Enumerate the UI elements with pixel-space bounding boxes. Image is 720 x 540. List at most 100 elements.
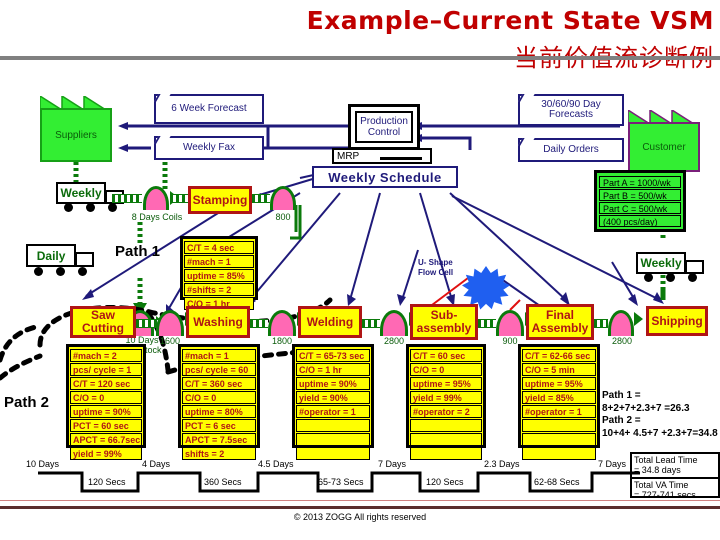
truck-wheel-icon bbox=[56, 267, 65, 276]
truck-wheel-icon bbox=[86, 203, 95, 212]
truck-body-weekly: Weekly bbox=[56, 182, 107, 204]
data-row: #operator = 1 bbox=[522, 405, 596, 418]
inbound-daily-truck: Daily bbox=[26, 244, 102, 276]
six-week-forecast-box: 6 Week Forecast bbox=[154, 94, 264, 124]
customer-factory: Customer bbox=[628, 110, 700, 172]
push-arrow-subassembly-out bbox=[478, 319, 496, 328]
process-welding-label: Welding bbox=[306, 314, 354, 329]
process-sub-assembly-label: Sub- assembly bbox=[416, 308, 472, 335]
truck-wheel-icon bbox=[78, 267, 87, 276]
data-row: C/O = 0 bbox=[70, 391, 142, 404]
process-washing: Washing bbox=[186, 306, 250, 338]
mrp-label: MRP bbox=[337, 151, 360, 162]
data-row: C/O = 0 bbox=[182, 391, 256, 404]
data-row: uptime = 90% bbox=[296, 377, 370, 390]
weekly-schedule-text: Weekly Schedule bbox=[328, 169, 442, 185]
path-summary-line4: 10+4+ 4.5+7 +2.3+7=34.8 bbox=[602, 427, 718, 439]
data-row: C/O = 1 hr bbox=[296, 363, 370, 376]
customer-label: Customer bbox=[628, 122, 700, 172]
path-summary-line3: Path 2 = bbox=[602, 415, 641, 426]
data-row: PCT = 60 sec bbox=[70, 419, 142, 432]
push-arrow-saw-out bbox=[136, 319, 154, 328]
weekly-fax-box: Weekly Fax bbox=[154, 136, 264, 160]
truck-wheel-icon bbox=[108, 203, 117, 212]
inventory-coils-label: 8 Days Coils bbox=[131, 212, 183, 222]
dogear-corner-icon bbox=[518, 138, 535, 146]
data-row: uptime = 95% bbox=[410, 377, 482, 390]
data-row: uptime = 95% bbox=[522, 377, 596, 390]
day-forecasts-text: 30/60/90 Day Forecasts bbox=[541, 98, 601, 120]
timeline-process-time: 120 Secs bbox=[426, 477, 464, 487]
data-box-stamping: C/T = 4 sec #mach = 1 uptime = 85% #shif… bbox=[180, 236, 258, 310]
data-box-final-assembly: C/T = 62-66 sec C/O = 5 min uptime = 95%… bbox=[518, 344, 600, 460]
timeline-lead-time: 2.3 Days bbox=[484, 459, 520, 469]
data-row: APCT = 7.5sec bbox=[182, 433, 256, 446]
kaizen-label: U- Shape Flow Cell bbox=[418, 258, 474, 278]
part-row: (400 pcs/day) bbox=[599, 215, 681, 227]
process-final-assembly: Final Assembly bbox=[526, 304, 594, 340]
data-row: uptime = 90% bbox=[70, 405, 142, 418]
kaizen-label-line2: Flow Cell bbox=[418, 268, 454, 277]
supplier-label: Suppliers bbox=[40, 108, 112, 162]
data-box-sub-assembly: C/T = 60 sec C/O = 0 uptime = 95% yield … bbox=[406, 344, 486, 460]
data-row bbox=[522, 419, 596, 432]
part-row: Part C = 500/wk bbox=[599, 202, 681, 214]
inventory-stamping-out-count: 800 bbox=[275, 212, 291, 222]
push-arrow-washing-out bbox=[250, 319, 268, 328]
path-summary-line2: 8+2+7+2.3+7 =26.3 bbox=[602, 402, 690, 414]
daily-orders-text: Daily Orders bbox=[543, 143, 599, 155]
push-arrow-welding-out bbox=[362, 319, 380, 328]
weekly-schedule-banner: Weekly Schedule bbox=[312, 166, 458, 188]
timeline-process-time: 65-73 Secs bbox=[318, 477, 364, 487]
truck-cab-icon bbox=[74, 252, 95, 268]
part-row: Part B = 500/wk bbox=[599, 189, 681, 201]
daily-orders-box: Daily Orders bbox=[518, 138, 624, 162]
day-forecasts-box: 30/60/90 Day Forecasts bbox=[518, 94, 624, 126]
truck-wheel-icon bbox=[34, 267, 43, 276]
supplier-factory: Suppliers bbox=[40, 96, 112, 162]
data-row: #mach = 2 bbox=[70, 349, 142, 362]
part-row: Part A = 1000/wk bbox=[599, 176, 681, 188]
timeline-lead-time: 4 Days bbox=[142, 459, 171, 469]
page-title-english: Example–Current State VSM bbox=[306, 6, 714, 35]
data-row: pcs/ cycle = 1 bbox=[70, 363, 142, 376]
data-row bbox=[296, 419, 370, 432]
process-shipping-label: Shipping bbox=[651, 313, 703, 328]
process-shipping: Shipping bbox=[646, 306, 708, 336]
dogear-corner-icon bbox=[154, 94, 171, 102]
data-row: yield = 85% bbox=[522, 391, 596, 404]
data-row: yield = 90% bbox=[296, 391, 370, 404]
process-stamping-label: Stamping bbox=[192, 192, 248, 207]
weekly-fax-text: Weekly Fax bbox=[182, 141, 236, 153]
inventory-saw-out bbox=[156, 310, 184, 336]
process-saw-cutting-label: Saw Cutting bbox=[82, 308, 124, 335]
process-stamping: Stamping bbox=[188, 186, 252, 214]
inventory-welding-out bbox=[380, 310, 408, 336]
process-washing-label: Washing bbox=[193, 314, 243, 329]
part-requirements-list: Part A = 1000/wk Part B = 500/wk Part C … bbox=[594, 170, 686, 232]
data-row: #mach = 1 bbox=[182, 349, 256, 362]
path-1-label: Path 1 bbox=[115, 243, 161, 260]
data-row: yield = 99% bbox=[410, 391, 482, 404]
data-box-washing: #mach = 1 pcs/ cycle = 60 C/T = 360 sec … bbox=[178, 344, 260, 460]
push-arrow-to-stamping bbox=[112, 194, 142, 203]
mrp-bar-icon bbox=[380, 157, 422, 160]
lead-time-ladder: 10 Days 4 Days 4.5 Days 7 Days 2.3 Days … bbox=[0, 455, 720, 505]
data-row: C/O = 0 bbox=[410, 363, 482, 376]
truck-body-weekly-out: Weekly bbox=[636, 252, 687, 274]
data-row: C/T = 65-73 sec bbox=[296, 349, 370, 362]
data-row: #mach = 1 bbox=[184, 255, 254, 268]
data-row: #operator = 1 bbox=[296, 405, 370, 418]
data-row: uptime = 80% bbox=[182, 405, 256, 418]
data-row: C/T = 60 sec bbox=[410, 349, 482, 362]
process-saw-cutting: Saw Cutting bbox=[70, 306, 136, 338]
inventory-washing-out bbox=[268, 310, 296, 336]
title-divider bbox=[0, 56, 720, 60]
truck-wheel-icon bbox=[64, 203, 73, 212]
six-week-forecast-text: 6 Week Forecast bbox=[171, 102, 247, 114]
footer-divider-thin bbox=[0, 500, 720, 501]
timeline-process-time: 120 Secs bbox=[88, 477, 126, 487]
kaizen-label-line1: U- Shape bbox=[418, 258, 453, 267]
data-row: uptime = 85% bbox=[184, 269, 254, 282]
data-row bbox=[410, 433, 482, 446]
